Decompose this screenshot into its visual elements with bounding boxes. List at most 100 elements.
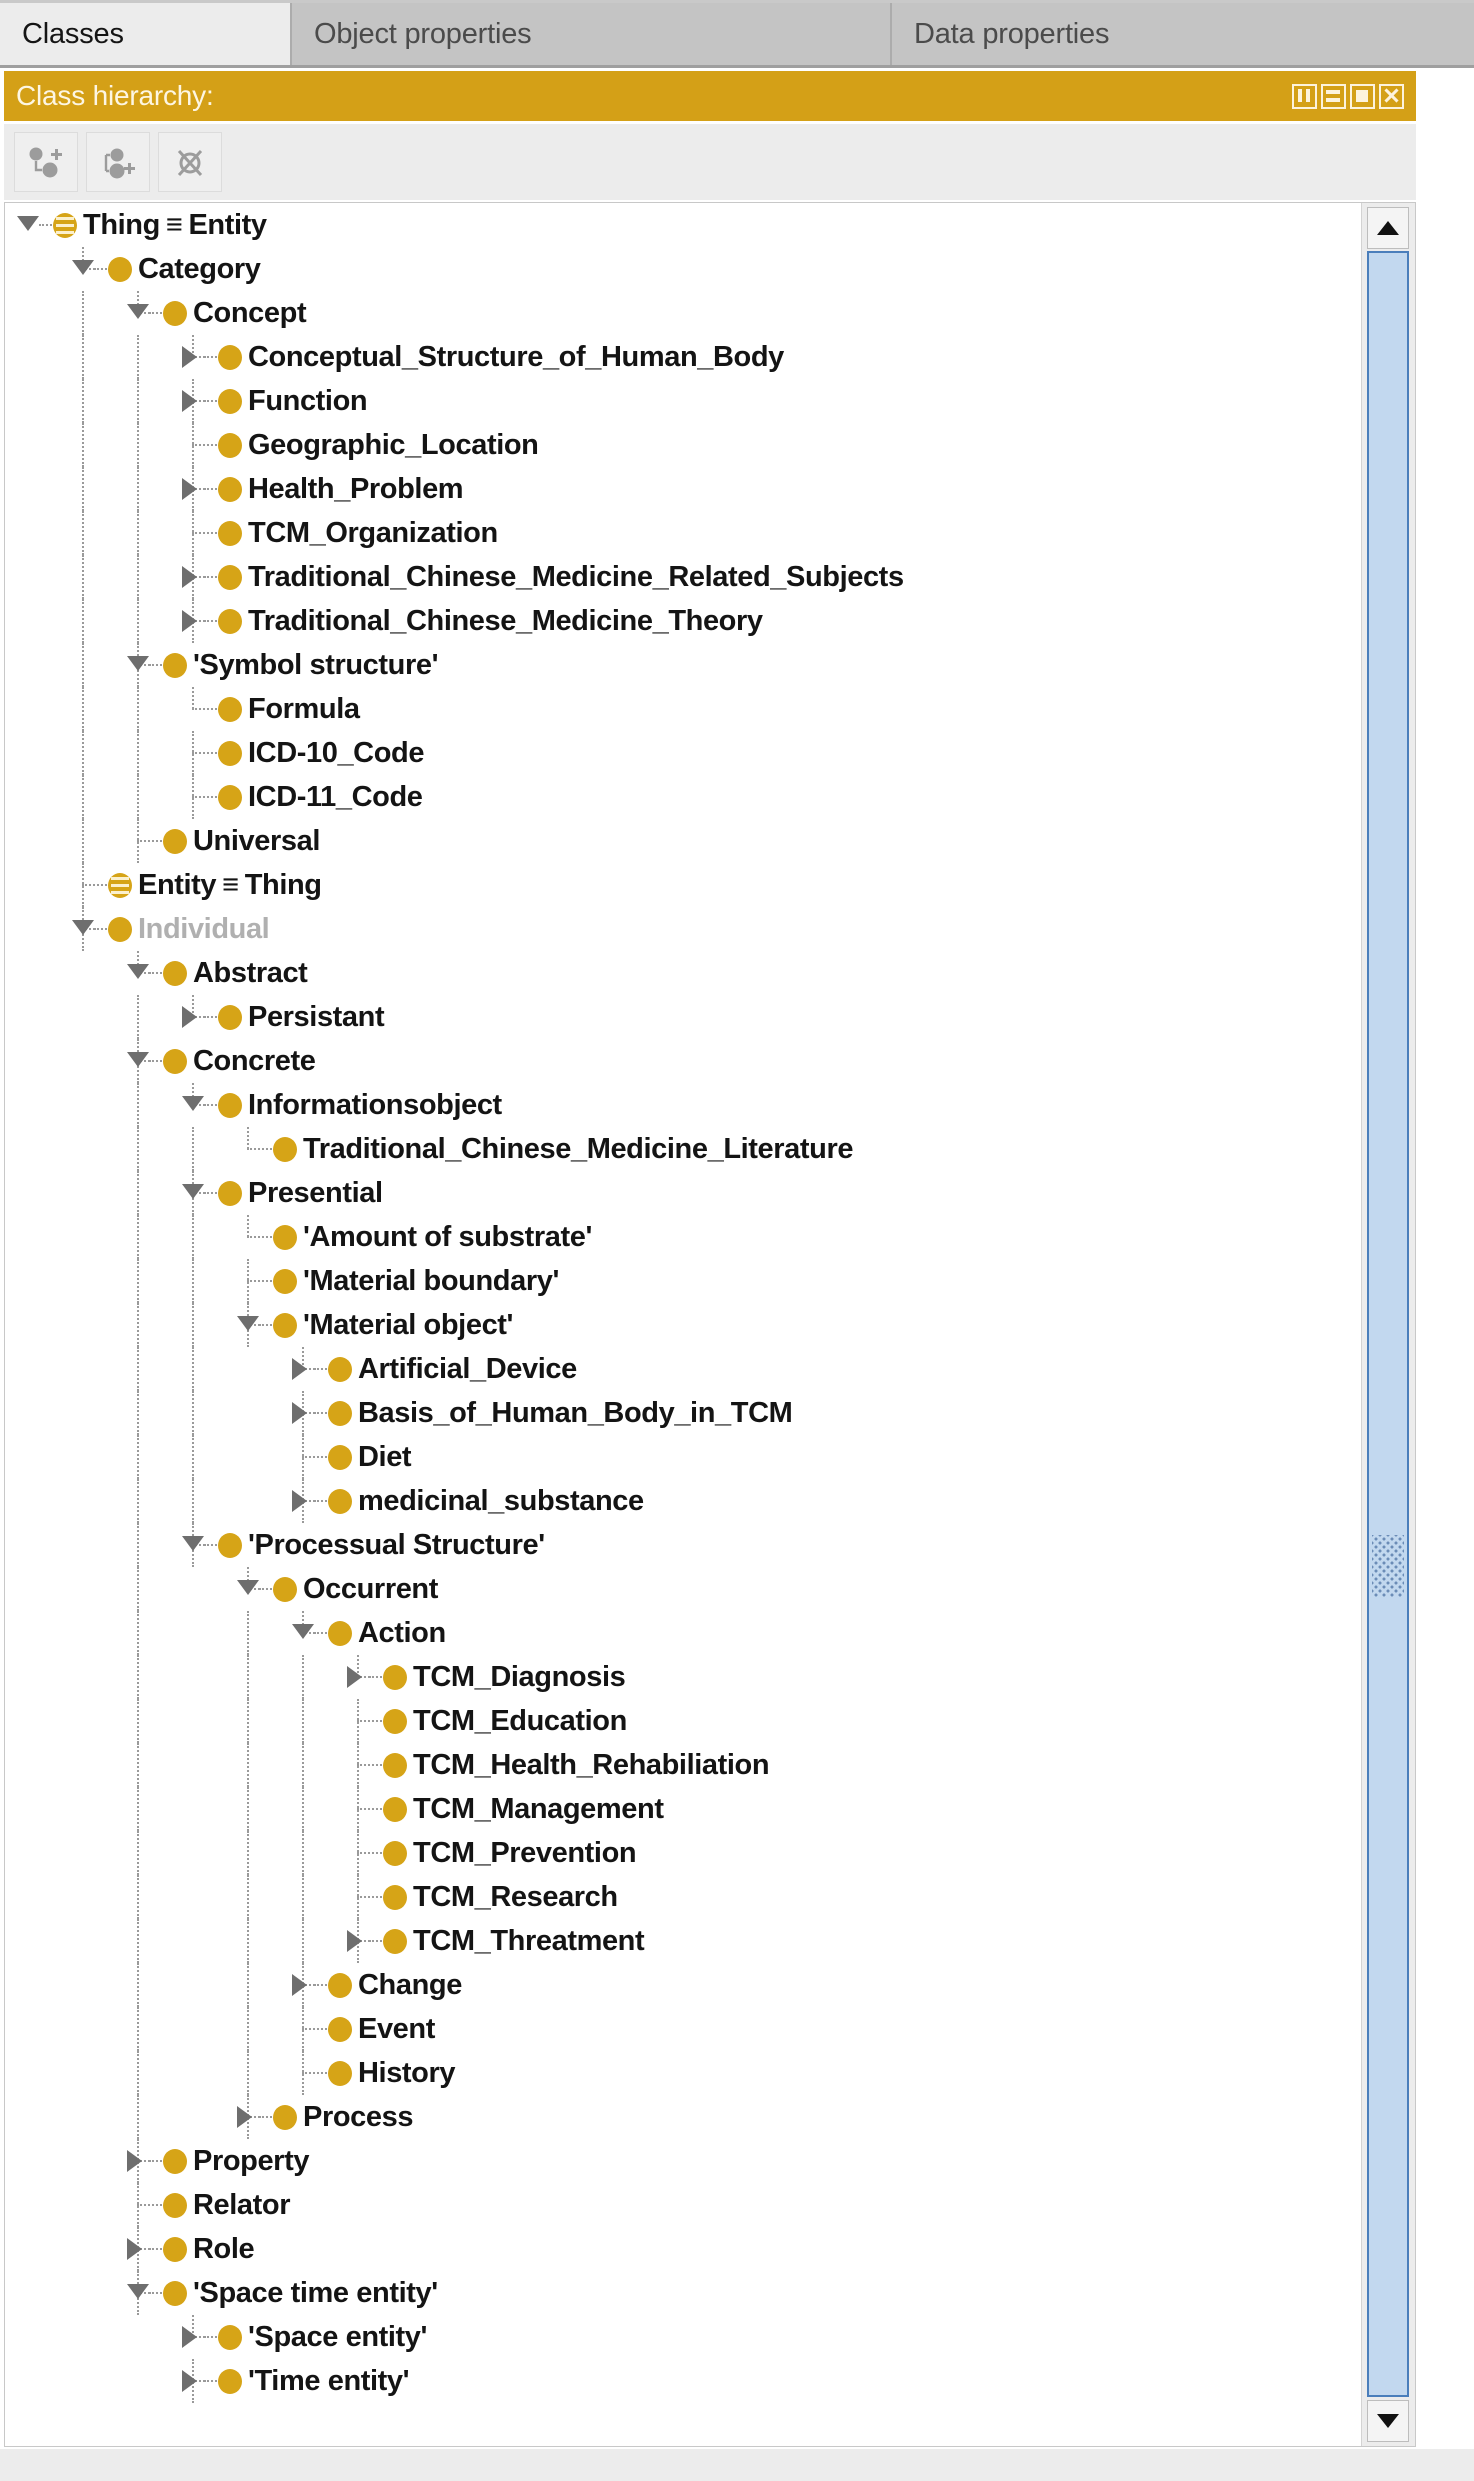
- add-sibling-class-button[interactable]: [86, 132, 150, 192]
- tree-row[interactable]: TCM_Organization: [5, 511, 1362, 555]
- tree-row[interactable]: 'Amount of substrate': [5, 1215, 1362, 1259]
- tree-expand-arrow-down-icon[interactable]: [72, 260, 94, 275]
- tree-row[interactable]: 'Space entity': [5, 2315, 1362, 2359]
- tree-expand-arrow-right-icon[interactable]: [347, 1930, 362, 1952]
- tree-expand-arrow-down-icon[interactable]: [127, 1052, 149, 1067]
- tree-row[interactable]: History: [5, 2051, 1362, 2095]
- tree-row[interactable]: Traditional_Chinese_Medicine_Theory: [5, 599, 1362, 643]
- tree-guide-lines: [5, 1479, 1362, 1523]
- tree-expand-arrow-right-icon[interactable]: [182, 2326, 197, 2348]
- tree-expand-arrow-down-icon[interactable]: [182, 1096, 204, 1111]
- tree-row[interactable]: TCM_Diagnosis: [5, 1655, 1362, 1699]
- tree-row[interactable]: Basis_of_Human_Body_in_TCM: [5, 1391, 1362, 1435]
- tree-row[interactable]: Persistant: [5, 995, 1362, 1039]
- tree-row[interactable]: Informationsobject: [5, 1083, 1362, 1127]
- tree-expand-arrow-right-icon[interactable]: [182, 2370, 197, 2392]
- tree-expand-arrow-right-icon[interactable]: [292, 1490, 307, 1512]
- tree-row[interactable]: Function: [5, 379, 1362, 423]
- tree-row[interactable]: Category: [5, 247, 1362, 291]
- tree-row[interactable]: Property: [5, 2139, 1362, 2183]
- tree-row[interactable]: 'Symbol structure': [5, 643, 1362, 687]
- tree-row[interactable]: Change: [5, 1963, 1362, 2007]
- tree-expand-arrow-right-icon[interactable]: [127, 2238, 142, 2260]
- tree-row[interactable]: TCM_Health_Rehabiliation: [5, 1743, 1362, 1787]
- tree-expand-arrow-down-icon[interactable]: [127, 2284, 149, 2299]
- tree-row-label: Category: [138, 253, 261, 285]
- tree-row[interactable]: 'Material object': [5, 1303, 1362, 1347]
- tree-row[interactable]: 'Space time entity': [5, 2271, 1362, 2315]
- maximize-icon[interactable]: [1350, 83, 1375, 109]
- tree-row[interactable]: Diet: [5, 1435, 1362, 1479]
- tree-expand-arrow-right-icon[interactable]: [292, 1974, 307, 1996]
- tree-expand-arrow-right-icon[interactable]: [127, 2150, 142, 2172]
- delete-class-icon: [170, 143, 210, 181]
- tree-expand-arrow-right-icon[interactable]: [182, 346, 197, 368]
- tab-data-properties[interactable]: Data properties: [892, 3, 1474, 65]
- split-vertical-icon[interactable]: [1292, 83, 1317, 109]
- scrollbar-thumb[interactable]: [1367, 251, 1409, 2397]
- tree-row[interactable]: Entity ≡ Thing: [5, 863, 1362, 907]
- tree-row[interactable]: Traditional_Chinese_Medicine_Literature: [5, 1127, 1362, 1171]
- tree-row[interactable]: Individual: [5, 907, 1362, 951]
- tree-expand-arrow-right-icon[interactable]: [182, 478, 197, 500]
- split-horizontal-icon[interactable]: [1321, 83, 1346, 109]
- tree-row[interactable]: Geographic_Location: [5, 423, 1362, 467]
- tree-row[interactable]: ICD-11_Code: [5, 775, 1362, 819]
- tree-row[interactable]: TCM_Management: [5, 1787, 1362, 1831]
- tree-expand-arrow-right-icon[interactable]: [182, 610, 197, 632]
- tree-row[interactable]: Event: [5, 2007, 1362, 2051]
- tree-row[interactable]: TCM_Threatment: [5, 1919, 1362, 1963]
- tree-row[interactable]: Relator: [5, 2183, 1362, 2227]
- tree-row[interactable]: Universal: [5, 819, 1362, 863]
- tree-row[interactable]: Presential: [5, 1171, 1362, 1215]
- tree-expand-arrow-down-icon[interactable]: [127, 964, 149, 979]
- tree-row[interactable]: ICD-10_Code: [5, 731, 1362, 775]
- tree-expand-arrow-right-icon[interactable]: [347, 1666, 362, 1688]
- tree-row[interactable]: Occurrent: [5, 1567, 1362, 1611]
- tree-expand-arrow-down-icon[interactable]: [237, 1580, 259, 1595]
- tree-row[interactable]: medicinal_substance: [5, 1479, 1362, 1523]
- tree-row[interactable]: Process: [5, 2095, 1362, 2139]
- scroll-up-arrow-icon[interactable]: [1367, 207, 1409, 249]
- tree-row[interactable]: Artificial_Device: [5, 1347, 1362, 1391]
- tree-row[interactable]: Abstract: [5, 951, 1362, 995]
- tree-vertical-scrollbar[interactable]: [1361, 203, 1415, 2446]
- tree-row[interactable]: Concrete: [5, 1039, 1362, 1083]
- tree-row[interactable]: Formula: [5, 687, 1362, 731]
- tree-expand-arrow-right-icon[interactable]: [292, 1358, 307, 1380]
- tree-row[interactable]: Action: [5, 1611, 1362, 1655]
- delete-class-button[interactable]: [158, 132, 222, 192]
- tab-classes[interactable]: Classes: [0, 3, 292, 65]
- tree-expand-arrow-down-icon[interactable]: [72, 920, 94, 935]
- tab-object-properties[interactable]: Object properties: [292, 3, 892, 65]
- tree-row[interactable]: TCM_Prevention: [5, 1831, 1362, 1875]
- tree-row[interactable]: TCM_Research: [5, 1875, 1362, 1919]
- tree-expand-arrow-right-icon[interactable]: [292, 1402, 307, 1424]
- tree-row-label: TCM_Diagnosis: [413, 1661, 626, 1693]
- tree-expand-arrow-down-icon[interactable]: [237, 1316, 259, 1331]
- tree-expand-arrow-down-icon[interactable]: [292, 1624, 314, 1639]
- tree-expand-arrow-right-icon[interactable]: [182, 566, 197, 588]
- add-subclass-button[interactable]: [14, 132, 78, 192]
- tree-row[interactable]: Conceptual_Structure_of_Human_Body: [5, 335, 1362, 379]
- tree-row[interactable]: Traditional_Chinese_Medicine_Related_Sub…: [5, 555, 1362, 599]
- tree-row[interactable]: Thing ≡ Entity: [5, 203, 1362, 247]
- tree-expand-arrow-right-icon[interactable]: [182, 1006, 197, 1028]
- tree-expand-arrow-right-icon[interactable]: [182, 390, 197, 412]
- tree-expand-arrow-down-icon[interactable]: [182, 1184, 204, 1199]
- tree-expand-arrow-down-icon[interactable]: [182, 1536, 204, 1551]
- scroll-down-arrow-icon[interactable]: [1367, 2400, 1409, 2442]
- tree-row[interactable]: 'Material boundary': [5, 1259, 1362, 1303]
- tree-row[interactable]: 'Time entity': [5, 2359, 1362, 2403]
- tree-row-label: Informationsobject: [248, 1089, 502, 1121]
- tree-row[interactable]: 'Processual Structure': [5, 1523, 1362, 1567]
- tree-row[interactable]: Concept: [5, 291, 1362, 335]
- tree-expand-arrow-right-icon[interactable]: [237, 2106, 252, 2128]
- tree-expand-arrow-down-icon[interactable]: [127, 656, 149, 671]
- tree-row[interactable]: Role: [5, 2227, 1362, 2271]
- tree-row[interactable]: TCM_Education: [5, 1699, 1362, 1743]
- tree-row[interactable]: Health_Problem: [5, 467, 1362, 511]
- close-icon[interactable]: [1379, 83, 1404, 109]
- tree-expand-arrow-down-icon[interactable]: [127, 304, 149, 319]
- tree-expand-arrow-down-icon[interactable]: [17, 216, 39, 231]
